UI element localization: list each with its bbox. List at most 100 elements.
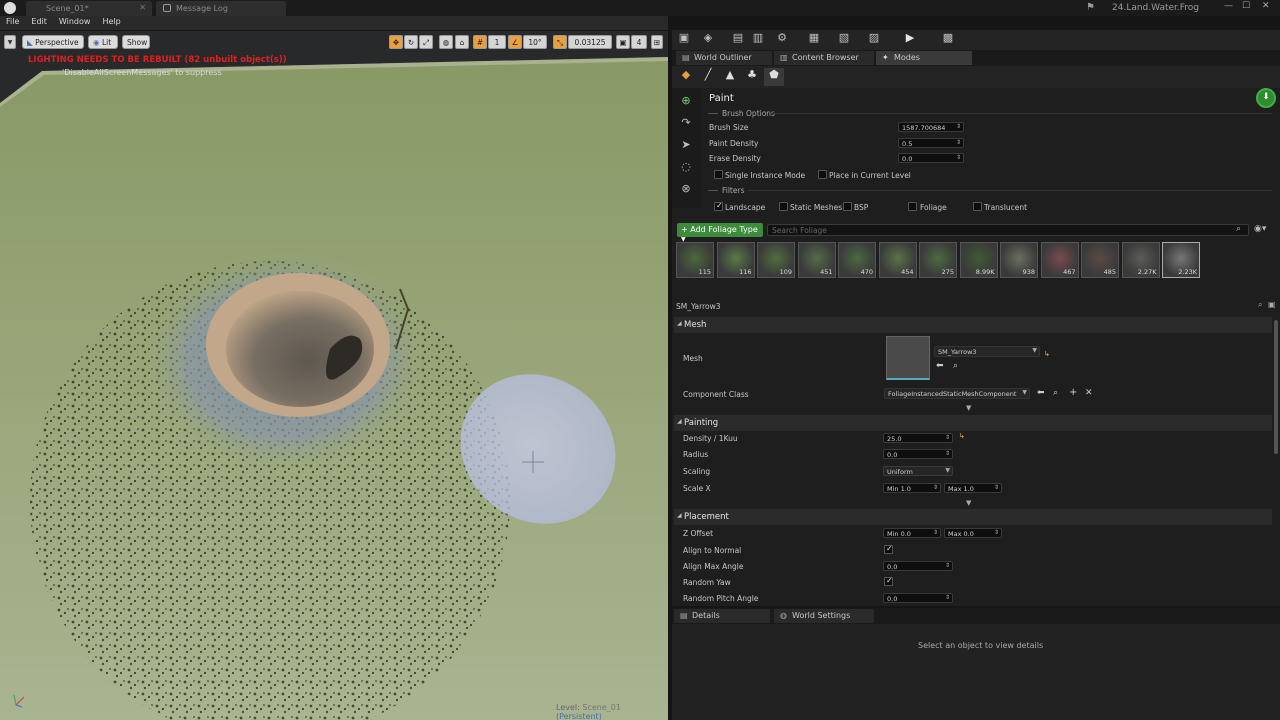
perspective-button[interactable]: ◣ Perspective bbox=[22, 35, 84, 49]
menu-help[interactable]: Help bbox=[96, 16, 126, 26]
settings-icon[interactable]: ⚙ bbox=[772, 31, 792, 49]
mesh-thumbnail[interactable] bbox=[886, 336, 930, 380]
fill-tool-icon[interactable]: ⊗ bbox=[676, 182, 696, 200]
scale-icon[interactable]: ⤢ bbox=[419, 35, 433, 49]
foliage-type-thumb[interactable]: 115 bbox=[676, 242, 714, 278]
scale-x-min-field[interactable]: Min 1.0 ⇕ bbox=[883, 483, 941, 493]
browse-back-icon[interactable]: ⬅ bbox=[936, 361, 944, 371]
cinematics-icon[interactable]: ▧ bbox=[834, 31, 854, 49]
maximize-button[interactable]: ☐ bbox=[1242, 1, 1250, 11]
tab-content-browser[interactable]: ▥ Content Browser bbox=[774, 51, 874, 65]
foliage-type-thumb[interactable]: 8.99K bbox=[959, 242, 998, 278]
menu-file[interactable]: File bbox=[0, 16, 25, 26]
details-scroll[interactable]: Mesh Mesh SM_Yarrow3 ▼ ↳ ⬅ ⌕ Component Cl… bbox=[672, 316, 1276, 606]
save-icon[interactable]: ▣ bbox=[674, 31, 694, 49]
feedback-icon[interactable]: ⚑ bbox=[1086, 2, 1095, 13]
surface-snap-icon[interactable]: ⌂ bbox=[455, 35, 469, 49]
viewport-options-button[interactable]: ▼ bbox=[4, 35, 16, 49]
single-instance-checkbox[interactable] bbox=[714, 170, 723, 179]
mesh-expand-icon[interactable]: ▼ bbox=[966, 404, 971, 412]
select-tool-icon[interactable]: ➤ bbox=[676, 138, 696, 156]
menu-window[interactable]: Window bbox=[53, 16, 97, 26]
camera-speed-value[interactable]: 4 bbox=[631, 35, 647, 49]
tab-scene[interactable]: Scene_01* ✕ bbox=[26, 1, 152, 16]
launch-icon[interactable]: ▩ bbox=[938, 31, 958, 49]
viewport[interactable]: ▼ ◣ Perspective ◉ Lit Show ✥ ↻ ⤢ ◍ ⌂ # 1… bbox=[0, 31, 668, 720]
filters-header[interactable]: Filters bbox=[722, 186, 744, 195]
details-view-icon[interactable]: ▣ bbox=[1268, 300, 1276, 309]
foliage-type-thumb[interactable]: 275 bbox=[919, 242, 957, 278]
details-scrollbar[interactable] bbox=[1274, 320, 1278, 454]
radius-field[interactable]: 0.0 ⇕ bbox=[883, 449, 953, 459]
random-yaw-checkbox[interactable] bbox=[884, 576, 893, 586]
close-icon[interactable]: ✕ bbox=[139, 3, 146, 12]
viewport-scene[interactable] bbox=[0, 31, 668, 720]
filter-translucent-checkbox[interactable] bbox=[973, 202, 982, 211]
place-mode-icon[interactable]: ◆ bbox=[676, 68, 696, 86]
foliage-type-thumb[interactable]: 454 bbox=[878, 242, 917, 278]
maximize-viewport-icon[interactable]: ⊞ bbox=[651, 35, 663, 49]
foliage-type-thumb[interactable]: 109 bbox=[757, 242, 795, 278]
show-button[interactable]: Show bbox=[122, 35, 150, 49]
tab-world-settings[interactable]: ◍ World Settings bbox=[774, 609, 874, 623]
brush-size-field[interactable]: 1587.700684 ⇕ bbox=[898, 122, 964, 132]
reapply-tool-icon[interactable]: ↷ bbox=[676, 116, 696, 134]
search-foliage-input[interactable]: Search Foliage bbox=[767, 224, 1249, 236]
class-search-icon[interactable]: ⌕ bbox=[1053, 388, 1058, 398]
foliage-type-thumb[interactable]: 451 bbox=[797, 242, 836, 278]
minimize-button[interactable]: — bbox=[1224, 1, 1233, 11]
content-icon[interactable]: ▤ bbox=[728, 31, 748, 49]
menu-edit[interactable]: Edit bbox=[25, 16, 53, 26]
mesh-category[interactable]: Mesh bbox=[674, 317, 1272, 333]
world-local-icon[interactable]: ◍ bbox=[439, 35, 453, 49]
class-add-icon[interactable]: + bbox=[1069, 387, 1077, 398]
blueprints-icon[interactable]: ▦ bbox=[804, 31, 824, 49]
filter-static-meshes-checkbox[interactable] bbox=[779, 202, 788, 211]
mesh-dropdown[interactable]: SM_Yarrow3 ▼ bbox=[934, 346, 1040, 357]
view-options-icon[interactable]: ◉▾ bbox=[1254, 224, 1266, 234]
filter-bsp-checkbox[interactable] bbox=[843, 202, 852, 211]
translate-icon[interactable]: ✥ bbox=[389, 35, 403, 49]
painting-expand-icon[interactable]: ▼ bbox=[966, 499, 971, 507]
source-control-icon[interactable]: ◈ bbox=[698, 31, 718, 49]
place-current-level-checkbox[interactable] bbox=[818, 170, 827, 179]
close-window-button[interactable]: ✕ bbox=[1262, 1, 1270, 11]
scaling-dropdown[interactable]: Uniform ▼ bbox=[883, 466, 953, 476]
align-max-angle-field[interactable]: 0.0 ⇕ bbox=[883, 561, 953, 571]
filter-landscape-checkbox[interactable] bbox=[714, 201, 723, 211]
class-clear-icon[interactable]: ✕ bbox=[1085, 388, 1093, 398]
lit-button[interactable]: ◉ Lit bbox=[88, 35, 118, 49]
foliage-mode-icon[interactable]: ♣ bbox=[742, 68, 762, 86]
details-search-icon[interactable]: ⌕ bbox=[1258, 300, 1262, 310]
lasso-tool-icon[interactable]: ◌ bbox=[676, 160, 696, 178]
scale-snap-value[interactable]: 0.03125 bbox=[568, 35, 612, 49]
angle-snap-value[interactable]: 10° bbox=[523, 35, 547, 49]
rotate-icon[interactable]: ↻ bbox=[404, 35, 418, 49]
geometry-mode-icon[interactable]: ⬟ bbox=[764, 68, 784, 86]
build-icon[interactable]: ▨ bbox=[864, 31, 884, 49]
filter-foliage-checkbox[interactable] bbox=[908, 202, 917, 211]
grid-snap-icon[interactable]: # bbox=[473, 35, 487, 49]
foliage-type-thumb[interactable]: 470 bbox=[838, 242, 876, 278]
foliage-type-thumb[interactable]: 2.23K bbox=[1162, 242, 1200, 278]
component-class-dropdown[interactable]: FoliageInstancedStaticMeshComponent ▼ bbox=[884, 388, 1030, 399]
foliage-type-thumb[interactable]: 485 bbox=[1081, 242, 1119, 278]
tab-message-log[interactable]: Message Log bbox=[156, 1, 286, 16]
browse-search-icon[interactable]: ⌕ bbox=[953, 361, 958, 371]
foliage-type-thumb[interactable]: 938 bbox=[1000, 242, 1038, 278]
brush-options-header[interactable]: Brush Options bbox=[722, 109, 775, 118]
marketplace-icon[interactable]: ▥ bbox=[748, 31, 768, 49]
foliage-type-thumb[interactable]: 467 bbox=[1040, 242, 1079, 278]
random-pitch-field[interactable]: 0.0 ⇕ bbox=[883, 593, 953, 603]
tab-world-outliner[interactable]: ▤ World Outliner bbox=[676, 51, 772, 65]
play-icon[interactable]: ▶ bbox=[900, 31, 920, 49]
landscape-mode-icon[interactable]: ▲ bbox=[720, 68, 740, 86]
align-normal-checkbox[interactable] bbox=[884, 544, 893, 554]
camera-speed-icon[interactable]: ▣ bbox=[616, 35, 630, 49]
search-icon[interactable]: ⌕ bbox=[1236, 224, 1241, 234]
z-offset-min-field[interactable]: Min 0.0 ⇕ bbox=[883, 528, 941, 538]
density-reset-icon[interactable]: ↳ bbox=[959, 432, 965, 440]
erase-density-field[interactable]: 0.0 ⇕ bbox=[898, 153, 964, 163]
mesh-use-icon[interactable]: ↳ bbox=[1044, 350, 1050, 358]
add-foliage-type-button[interactable]: + Add Foliage Type ▼ bbox=[677, 223, 763, 243]
